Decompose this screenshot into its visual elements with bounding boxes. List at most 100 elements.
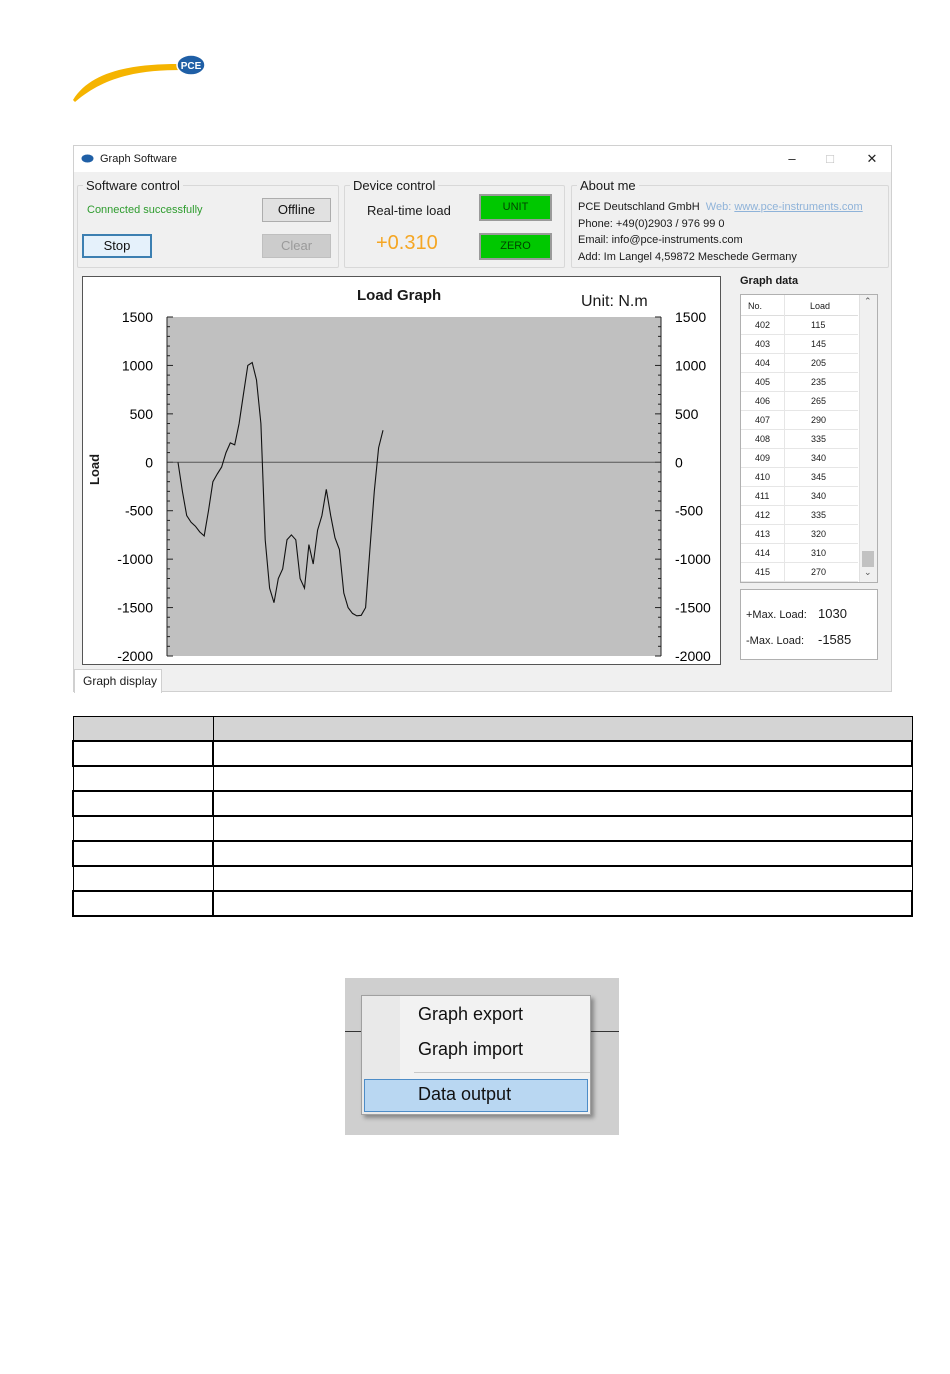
header-no: No. — [748, 301, 763, 311]
table-cell — [212, 840, 913, 867]
table-cell — [72, 765, 214, 792]
neg-max-label: -Max. Load: — [746, 635, 805, 647]
menu-item-graph-import[interactable]: Graph import — [418, 1039, 523, 1060]
zero-button[interactable]: ZERO — [479, 233, 552, 260]
table-row[interactable]: 405 235 — [741, 372, 858, 392]
clear-button[interactable]: Clear — [262, 234, 331, 258]
address-text: Add: Im Langel 4,59872 Meschede Germany — [578, 250, 797, 263]
cell-no: 408 — [755, 434, 771, 444]
y-tick-label-right: -2000 — [675, 648, 711, 664]
cell-no: 407 — [755, 415, 771, 425]
tab-graph-display[interactable]: Graph display — [74, 669, 162, 693]
web-link[interactable]: www.pce-instruments.com — [734, 201, 862, 213]
pos-max-value: 1030 — [818, 606, 847, 621]
cell-load: 310 — [811, 548, 827, 558]
minimize-button[interactable]: – — [781, 150, 803, 168]
y-tick-label-left: -500 — [125, 503, 153, 519]
context-menu: Graph export Graph import Data output — [361, 995, 591, 1115]
email-text: Email: info@pce-instruments.com — [578, 234, 743, 246]
cell-load: 335 — [811, 510, 827, 520]
table-cell — [212, 765, 913, 792]
y-tick-label-left: 1000 — [122, 357, 153, 373]
cell-load: 145 — [811, 339, 827, 349]
table-row[interactable]: 410 345 — [741, 467, 858, 487]
chart-unit-label: Unit: N.m — [581, 293, 648, 310]
table-scrollbar[interactable]: ⌃ ⌄ — [859, 295, 877, 582]
offline-button[interactable]: Offline — [262, 198, 331, 222]
table-cell — [72, 840, 214, 867]
table-row[interactable]: 413 320 — [741, 524, 858, 544]
table-row[interactable]: 407 290 — [741, 410, 858, 430]
pos-max-label: +Max. Load: — [746, 609, 807, 621]
device-control-legend: Device control — [353, 178, 436, 193]
table-cell — [72, 790, 214, 817]
table-cell — [212, 716, 913, 742]
window-title: Graph Software — [100, 153, 178, 165]
close-button[interactable]: ✕ — [861, 150, 883, 168]
cell-no: 403 — [755, 339, 771, 349]
y-tick-label-right: 1000 — [675, 357, 706, 373]
cell-load: 205 — [811, 358, 827, 368]
table-cell — [72, 716, 214, 742]
unit-button[interactable]: UNIT — [479, 194, 552, 221]
y-tick-label-left: 0 — [145, 454, 153, 470]
left-tick-labels: 1500 1000 500 0 -500 -1000 -1500 -2000 — [117, 309, 153, 664]
table-row[interactable]: 408 335 — [741, 429, 858, 449]
table-row[interactable]: 415 270 — [741, 562, 858, 582]
table-cell — [212, 890, 913, 917]
menu-item-data-output[interactable]: Data output — [418, 1084, 511, 1105]
scroll-down-icon[interactable]: ⌄ — [864, 567, 872, 578]
table-cell — [72, 740, 214, 767]
table-row[interactable]: 404 205 — [741, 353, 858, 373]
cell-load: 290 — [811, 415, 827, 425]
table-cell — [72, 890, 214, 917]
table-cell — [212, 790, 913, 817]
table-cell — [212, 815, 913, 842]
y-tick-label-left: -1500 — [117, 600, 153, 616]
cell-no: 410 — [755, 472, 771, 482]
graph-data-label: Graph data — [740, 275, 799, 287]
cell-load: 265 — [811, 396, 827, 406]
menu-item-graph-export[interactable]: Graph export — [418, 1004, 523, 1025]
table-row[interactable]: 406 265 — [741, 391, 858, 411]
max-load-box: +Max. Load: 1030 -Max. Load: -1585 — [740, 589, 878, 660]
context-menu-screenshot: Graph export Graph import Data output — [345, 978, 619, 1135]
plot-area — [167, 317, 661, 656]
y-axis-label: Load — [87, 453, 102, 485]
table-row[interactable]: 402 115 — [741, 315, 858, 335]
app-icon — [81, 154, 94, 163]
cell-no: 411 — [755, 491, 770, 501]
cell-load: 270 — [811, 567, 827, 577]
scroll-up-icon[interactable]: ⌃ — [864, 296, 872, 307]
cell-no: 405 — [755, 377, 771, 387]
cell-no: 406 — [755, 396, 771, 406]
y-tick-label-right: -1000 — [675, 551, 711, 567]
right-tick-labels: 1500 1000 500 0 -500 -1000 -1500 -2000 — [675, 309, 711, 664]
phone-text: Phone: +49(0)2903 / 976 99 0 — [578, 217, 725, 230]
table-row[interactable]: 414 310 — [741, 543, 858, 563]
table-row[interactable]: 412 335 — [741, 505, 858, 525]
cell-load: 345 — [811, 472, 827, 482]
cell-no: 409 — [755, 453, 771, 463]
y-tick-label-right: 1500 — [675, 309, 706, 325]
y-tick-label-left: 1500 — [122, 309, 153, 325]
y-tick-label-left: 500 — [130, 406, 154, 422]
y-tick-label-right: -1500 — [675, 600, 711, 616]
neg-max-value: -1585 — [818, 632, 852, 647]
about-legend: About me — [580, 178, 636, 193]
graph-data-table[interactable]: No. Load 402 115 403 145 404 205 405 235 406 265 4… — [740, 294, 878, 583]
stop-button[interactable]: Stop — [82, 234, 152, 258]
table-cell — [212, 865, 913, 892]
table-row[interactable]: 409 340 — [741, 448, 858, 468]
chart-title: Load Graph — [357, 287, 442, 304]
scroll-thumb[interactable] — [862, 551, 874, 567]
cell-load: 115 — [811, 320, 826, 330]
y-tick-label-right: 0 — [675, 454, 683, 470]
maximize-button[interactable]: □ — [819, 150, 841, 168]
load-graph: 1500 1000 500 0 -500 -1000 -1500 -2000 1500 1000… — [82, 276, 721, 665]
table-row[interactable]: 403 145 — [741, 334, 858, 354]
logo-text: PCE — [181, 61, 202, 72]
table-header: No. Load — [741, 295, 858, 316]
table-row[interactable]: 411 340 — [741, 486, 858, 506]
cell-load: 335 — [811, 434, 827, 444]
